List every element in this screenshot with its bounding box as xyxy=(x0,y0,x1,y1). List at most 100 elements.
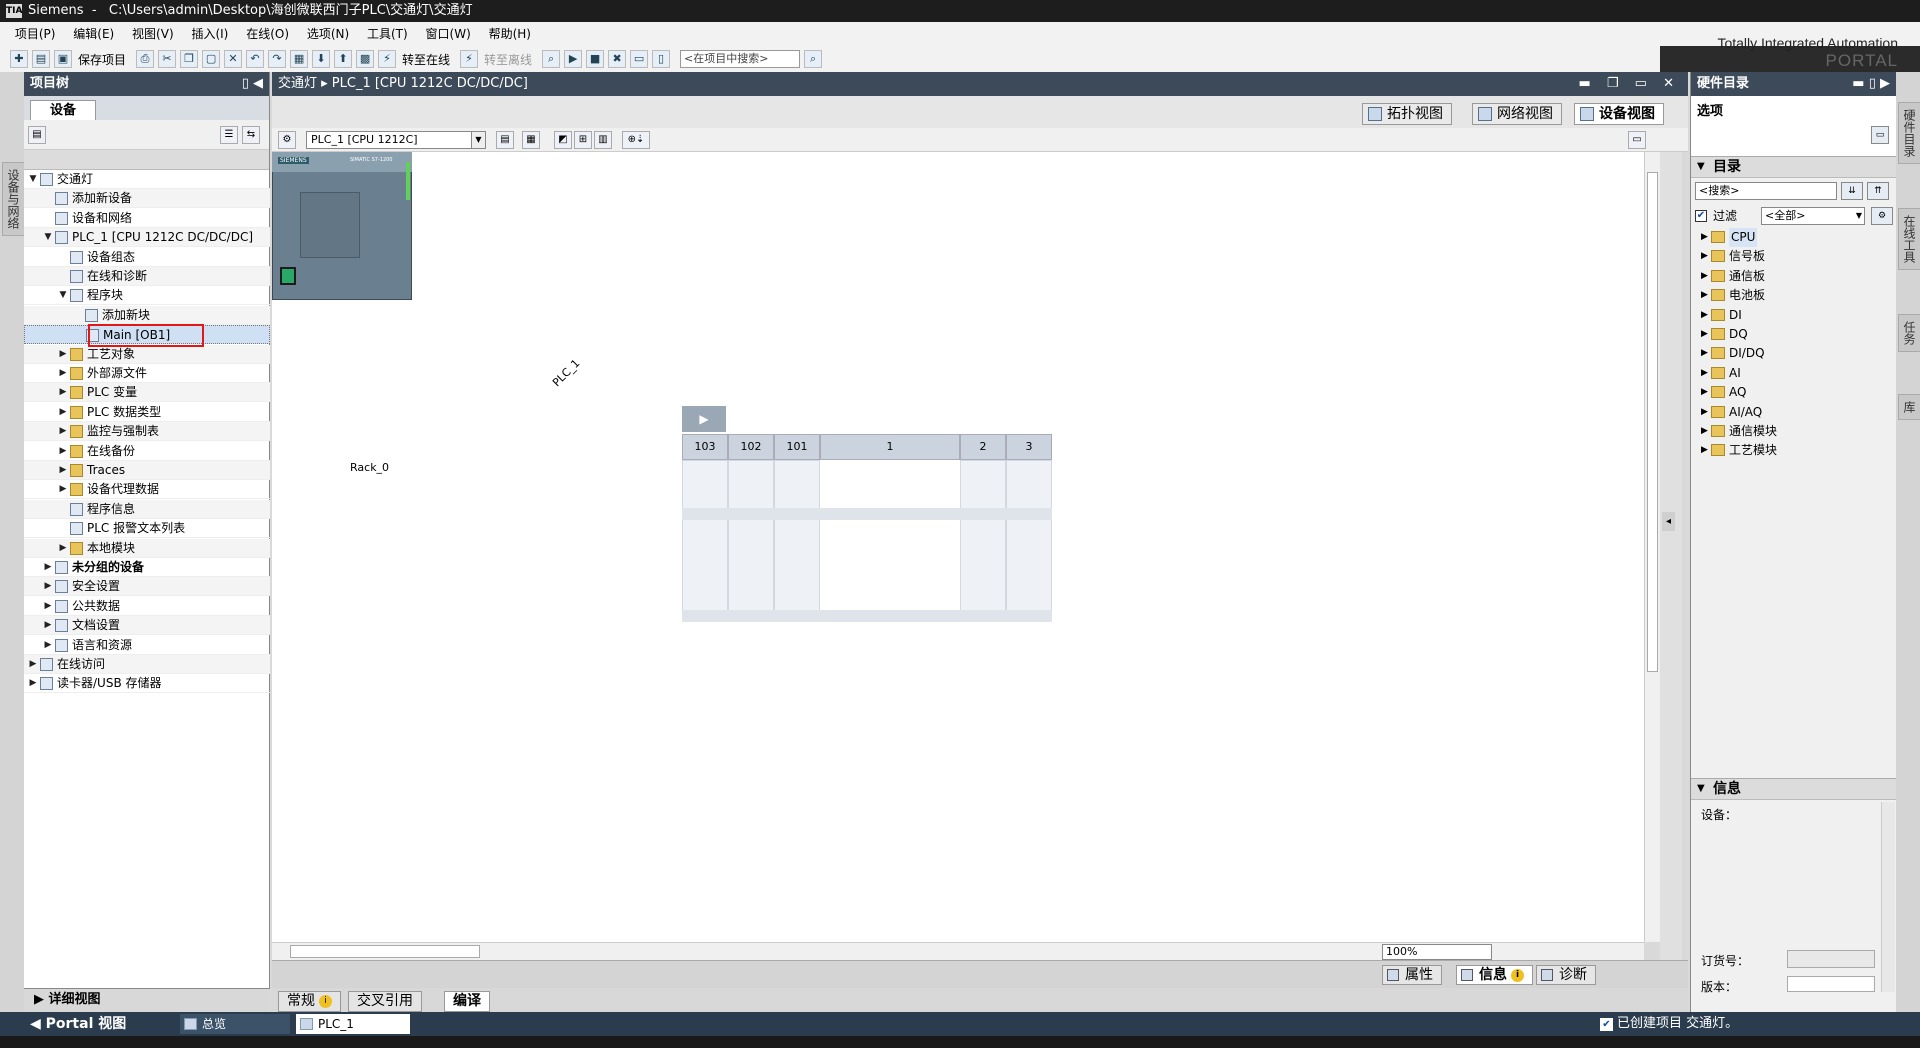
chevron-right-icon[interactable]: ▶ xyxy=(1701,286,1708,305)
taskbar-overview[interactable]: 总览 xyxy=(180,1014,290,1034)
slot-body-101[interactable] xyxy=(774,460,820,620)
tab-tasks[interactable]: 任务 xyxy=(1898,314,1920,352)
info-scrollbar[interactable] xyxy=(1881,802,1895,992)
catalog-item[interactable]: ▶ 工艺模块 xyxy=(1691,441,1897,460)
chevron-right-icon[interactable]: ▶ xyxy=(58,383,68,402)
tree-item[interactable]: ▼ 程序块 xyxy=(24,286,270,306)
menu-online[interactable]: 在线(O) xyxy=(239,22,296,46)
slot-header-1[interactable]: 1 xyxy=(820,434,960,460)
go-online-button[interactable]: 转至在线 xyxy=(402,51,450,68)
download-icon[interactable]: ⬇ xyxy=(312,50,331,68)
tree-item[interactable]: PLC 报警文本列表 xyxy=(24,519,270,539)
start-cpu-icon[interactable]: ▶ xyxy=(564,50,583,68)
menu-project[interactable]: 项目(P) xyxy=(8,22,63,46)
slot-header-101[interactable]: 101 xyxy=(774,434,820,460)
accessible-devices-icon[interactable]: ⌕ xyxy=(542,50,561,68)
catalog-item[interactable]: ▶ 通信模块 xyxy=(1691,422,1897,441)
tree-item[interactable]: ▶ 设备代理数据 xyxy=(24,480,270,500)
catalog-item[interactable]: ▶ AI/AQ xyxy=(1691,403,1897,422)
tab-diagnostics[interactable]: 诊断 xyxy=(1536,965,1596,985)
tree-item[interactable]: ▶ 读卡器/USB 存储器 xyxy=(24,674,270,694)
tree-sync-icon[interactable]: ⇆ xyxy=(242,126,260,144)
catalog-item[interactable]: ▶ 电池板 xyxy=(1691,286,1897,305)
subtab-general[interactable]: 常规 i xyxy=(278,991,341,1012)
print-icon[interactable]: ⎙ xyxy=(136,50,155,68)
new-project-icon[interactable]: ✚ xyxy=(10,50,28,68)
tree-item[interactable]: ▶ 公共数据 xyxy=(24,597,270,616)
chevron-right-icon[interactable]: ▶ xyxy=(1701,344,1708,363)
info-section-header[interactable]: ▼ 信息 xyxy=(1691,778,1897,800)
subtab-cross-reference[interactable]: 交叉引用 xyxy=(348,991,422,1012)
chevron-right-icon[interactable]: ▶ xyxy=(1701,441,1708,460)
device-nav-icon[interactable]: ⚙ xyxy=(278,131,296,149)
catalog-item[interactable]: ▶ DI xyxy=(1691,306,1897,325)
go-offline-icon[interactable]: ⚡ xyxy=(460,50,479,68)
chevron-right-icon[interactable]: ▶ xyxy=(58,539,68,558)
save-project-button[interactable]: 保存项目 xyxy=(78,51,126,68)
tab-info[interactable]: 信息 i xyxy=(1456,965,1533,985)
tree-overview-icon[interactable]: ▤ xyxy=(28,126,46,144)
filter-checkbox[interactable]: ✔ xyxy=(1695,210,1707,222)
tree-item[interactable]: ▶ 在线备份 xyxy=(24,442,270,461)
filter-select[interactable]: <全部> ▼ xyxy=(1761,207,1865,225)
tree-item[interactable]: ▶ 未分组的设备 xyxy=(24,558,270,577)
device-data-tab-icon[interactable]: ◂ xyxy=(1662,512,1675,531)
filter-settings-icon[interactable]: ⚙ xyxy=(1871,207,1893,225)
catalog-item[interactable]: ▶ 信号板 xyxy=(1691,247,1897,266)
chevron-right-icon[interactable]: ▶ xyxy=(1701,267,1708,286)
slot-body-102[interactable] xyxy=(728,460,774,620)
chevron-right-icon[interactable]: ▶ xyxy=(1701,403,1708,422)
chevron-right-icon[interactable]: ▶ xyxy=(1701,364,1708,383)
chevron-right-icon[interactable]: ▶ xyxy=(43,558,53,577)
cross-reference-icon[interactable]: ✖ xyxy=(608,50,627,68)
rack-icon[interactable]: ◩ xyxy=(554,131,572,149)
slot-header-3[interactable]: 3 xyxy=(1006,434,1052,460)
cut-icon[interactable]: ✂ xyxy=(158,50,177,68)
vertical-scrollbar[interactable] xyxy=(1644,152,1660,942)
menu-tools[interactable]: 工具(T) xyxy=(360,22,415,46)
search-project-icon[interactable]: ⌕ xyxy=(804,50,823,68)
tab-properties[interactable]: 属性 xyxy=(1382,965,1442,985)
tab-libraries[interactable]: 库 xyxy=(1898,394,1920,420)
tree-list-icon[interactable]: ☰ xyxy=(220,126,238,144)
chevron-right-icon[interactable]: ▶ xyxy=(1701,306,1708,325)
catalog-item[interactable]: ▶ AQ xyxy=(1691,383,1897,402)
taskbar-plc[interactable]: PLC_1 xyxy=(296,1014,410,1034)
chevron-down-icon[interactable]: ▼ xyxy=(58,286,68,305)
collapse-panel-icon[interactable]: ▯ ◀ xyxy=(242,72,263,96)
tree-item[interactable]: ▼ 交通灯 xyxy=(24,170,270,189)
menu-view[interactable]: 视图(V) xyxy=(125,22,181,46)
device-data-grip[interactable]: ◂ xyxy=(1660,152,1682,960)
chevron-right-icon[interactable]: ▶ xyxy=(43,577,53,596)
menu-edit[interactable]: 编辑(E) xyxy=(66,22,121,46)
chevron-right-icon[interactable]: ▶ xyxy=(1701,422,1708,441)
device-view-canvas[interactable]: PLC_1 ▶ Rack_0 103 102 101 1 2 3 SIEMENS… xyxy=(272,152,1644,942)
slot-header-2[interactable]: 2 xyxy=(960,434,1006,460)
split-horizontal-icon[interactable]: ▭ xyxy=(630,50,649,68)
tree-item[interactable]: ▶ 外部源文件 xyxy=(24,364,270,383)
chevron-right-icon[interactable]: ▶ xyxy=(1701,325,1708,344)
devices-networks-tab[interactable]: 设备与网络 xyxy=(2,162,25,236)
simulation-icon[interactable]: ▩ xyxy=(356,50,375,68)
chevron-right-icon[interactable]: ▶ xyxy=(28,655,38,674)
undo-icon[interactable]: ↶ xyxy=(246,50,265,68)
chevron-down-icon[interactable]: ▼ xyxy=(43,228,53,247)
open-project-icon[interactable]: ▤ xyxy=(32,50,50,68)
chevron-right-icon[interactable]: ▶ xyxy=(43,597,53,616)
catalog-section-header[interactable]: ▼ 目录 xyxy=(1691,156,1897,178)
tree-item[interactable]: ▶ PLC 数据类型 xyxy=(24,403,270,422)
chevron-right-icon[interactable]: ▶ xyxy=(1701,247,1708,266)
tree-item[interactable]: ▶ 安全设置 xyxy=(24,577,270,597)
tree-item[interactable]: 设备和网络 xyxy=(24,209,270,228)
horizontal-scroll-thumb[interactable] xyxy=(290,945,480,958)
zoom-select[interactable]: 100% xyxy=(1382,944,1492,960)
tab-device-view[interactable]: 设备视图 xyxy=(1574,103,1664,125)
subtab-compile[interactable]: 编译 xyxy=(444,991,490,1012)
chevron-right-icon[interactable]: ▶ xyxy=(58,442,68,461)
catalog-item[interactable]: ▶ DI/DQ xyxy=(1691,344,1897,363)
compile-icon[interactable]: ▦ xyxy=(290,50,309,68)
tab-online-tools[interactable]: 在线工具 xyxy=(1898,208,1920,270)
chevron-right-icon[interactable]: ▶ xyxy=(58,364,68,383)
labels-icon[interactable]: ▦ xyxy=(522,131,540,149)
tree-item[interactable]: 设备组态 xyxy=(24,248,270,267)
